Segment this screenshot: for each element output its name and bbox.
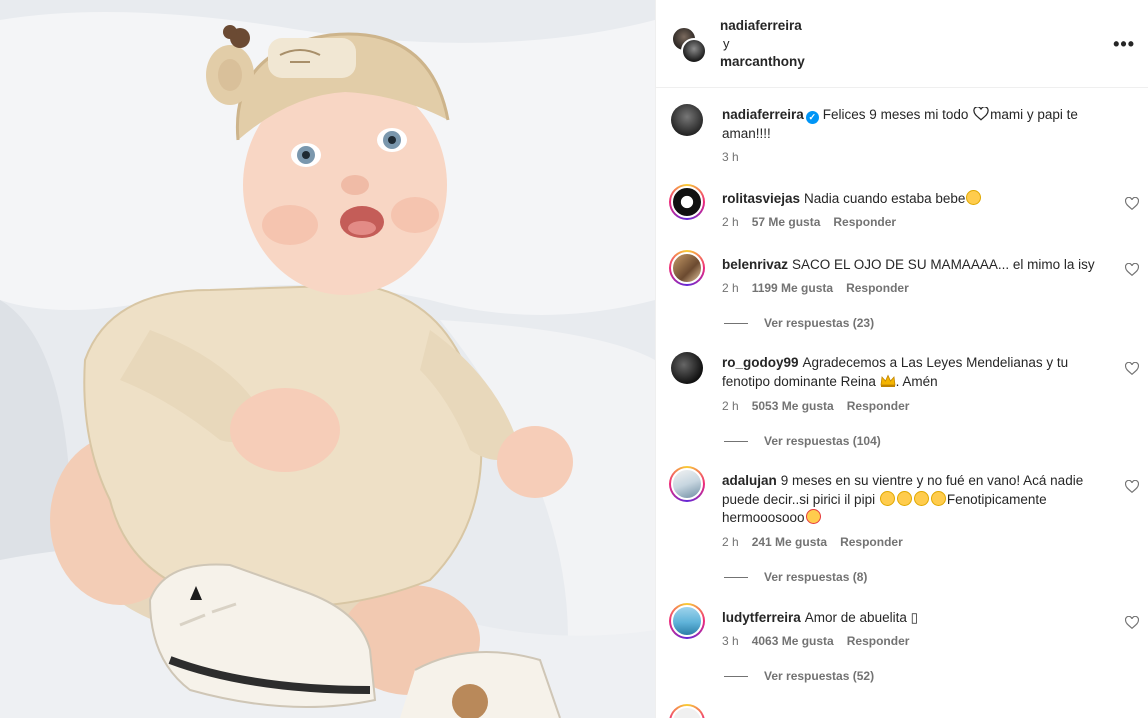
comment-likes-link[interactable]: 5053 Me gusta — [752, 399, 834, 413]
comment-time: 2 h — [722, 535, 739, 549]
caption-username-link[interactable]: nadiaferreira — [722, 107, 804, 122]
post-header: nadiaferreira y marcanthony ••• — [656, 0, 1148, 88]
comment-likes-link[interactable]: 1199 Me gusta — [752, 281, 833, 295]
avatar[interactable] — [671, 104, 703, 136]
comment-username-link[interactable]: adalujan — [722, 473, 777, 488]
avatar[interactable] — [669, 250, 705, 286]
reply-button[interactable]: Responder — [846, 281, 909, 295]
caption-text-1: Felices 9 meses mi todo — [822, 107, 969, 122]
comment-username-link[interactable]: belenrivaz — [722, 257, 788, 272]
reply-button[interactable]: Responder — [847, 399, 910, 413]
comment-meta: 2 h 5053 Me gusta Responder — [722, 399, 922, 413]
comment-likes-link[interactable]: 4063 Me gusta — [752, 634, 834, 648]
emoji-icon — [930, 490, 946, 506]
heart-outline-icon[interactable] — [1125, 362, 1139, 376]
avatar[interactable] — [669, 466, 705, 502]
heart-outline-icon[interactable] — [1125, 616, 1139, 630]
view-replies-button[interactable]: Ver respuestas (23) — [724, 316, 874, 330]
comment: ludytferreira Amor de abuelita ▯ 3 h 4063 … — [656, 603, 1148, 693]
collab-names: nadiaferreira y marcanthony — [720, 17, 805, 71]
comment-likes-link[interactable]: 241 Me gusta — [752, 535, 827, 549]
emoji-icon — [966, 190, 982, 205]
collab-joiner: y — [723, 36, 730, 51]
verified-badge-icon: ✓ — [805, 111, 819, 124]
comment: belenrivaz SACO EL OJO DE SU MAMAAAA... e… — [656, 250, 1148, 334]
emoji-icon — [913, 490, 929, 506]
post-side-panel: nadiaferreira y marcanthony ••• nadiafer… — [655, 0, 1148, 718]
reply-button[interactable]: Responder — [847, 634, 910, 648]
reply-button[interactable]: Responder — [840, 535, 903, 549]
more-horizontal-icon: ••• — [1113, 34, 1135, 54]
collab-username-link[interactable]: nadiaferreira — [720, 17, 805, 35]
comment-username-link[interactable]: rolitasviejas — [722, 191, 800, 206]
caption: nadiaferreira ✓ Felices 9 meses mi todo ma… — [656, 104, 1148, 174]
comment-text: ro_godoy99 Agradecemos a Las Leyes Mendel… — [722, 355, 1069, 389]
crown-icon — [880, 374, 896, 387]
comment-time: 2 h — [722, 281, 739, 295]
comment-username-link[interactable]: ro_godoy99 — [722, 355, 799, 370]
comment: rolitasviejas Nadia cuando estaba bebe 2 … — [656, 184, 1148, 244]
comment-meta: 2 h 57 Me gusta Responder — [722, 215, 909, 229]
caption-time: 3 h — [722, 150, 739, 164]
emoji-icon — [879, 490, 895, 506]
comment-time: 2 h — [722, 215, 739, 229]
baby-photo-illustration — [0, 0, 655, 718]
heart-outline-icon[interactable] — [1125, 263, 1139, 277]
avatar[interactable] — [669, 704, 705, 718]
comment: adalujan 9 meses en su vientre y no fué e… — [656, 466, 1148, 586]
comment-likes-link[interactable]: 57 Me gusta — [752, 215, 821, 229]
avatar[interactable] — [669, 603, 705, 639]
comment-text: belenrivaz SACO EL OJO DE SU MAMAAAA... e… — [722, 257, 1095, 272]
comment-text: ludytferreira Amor de abuelita ▯ — [722, 610, 919, 625]
comment-time: 2 h — [722, 399, 739, 413]
view-replies-button[interactable]: Ver respuestas (8) — [724, 570, 867, 584]
avatar[interactable] — [681, 38, 707, 64]
missing-glyph: ▯ — [910, 610, 919, 625]
more-options-button[interactable]: ••• — [1113, 34, 1135, 55]
reply-button[interactable]: Responder — [833, 215, 896, 229]
avatar[interactable] — [671, 352, 703, 384]
comment-meta: 2 h 241 Me gusta Responder — [722, 535, 916, 549]
view-replies-button[interactable]: Ver respuestas (104) — [724, 434, 881, 448]
post-photo[interactable] — [0, 0, 655, 718]
collab-username-link[interactable]: marcanthony — [720, 53, 805, 71]
emoji-icon — [896, 490, 912, 506]
comment: ro_godoy99 Agradecemos a Las Leyes Mendel… — [656, 352, 1148, 452]
heart-outline-icon[interactable] — [1125, 197, 1139, 211]
caption-text: nadiaferreira ✓ Felices 9 meses mi todo ma… — [722, 106, 1112, 143]
comment-text: rolitasviejas Nadia cuando estaba bebe — [722, 190, 1112, 209]
comment-meta: 3 h 4063 Me gusta Responder — [722, 634, 922, 648]
comment-username-link[interactable]: ludytferreira — [722, 610, 801, 625]
avatar[interactable] — [669, 184, 705, 220]
heart-outline-icon — [973, 106, 989, 121]
comment-time: 3 h — [722, 634, 739, 648]
comment-meta: 2 h 1199 Me gusta Responder — [722, 281, 922, 295]
heart-eyes-emoji-icon — [805, 509, 821, 524]
comment-text: adalujan 9 meses en su vientre y no fué e… — [722, 473, 1084, 525]
heart-outline-icon[interactable] — [1125, 480, 1139, 494]
collab-avatars[interactable] — [671, 26, 707, 64]
view-replies-button[interactable]: Ver respuestas (52) — [724, 669, 874, 683]
